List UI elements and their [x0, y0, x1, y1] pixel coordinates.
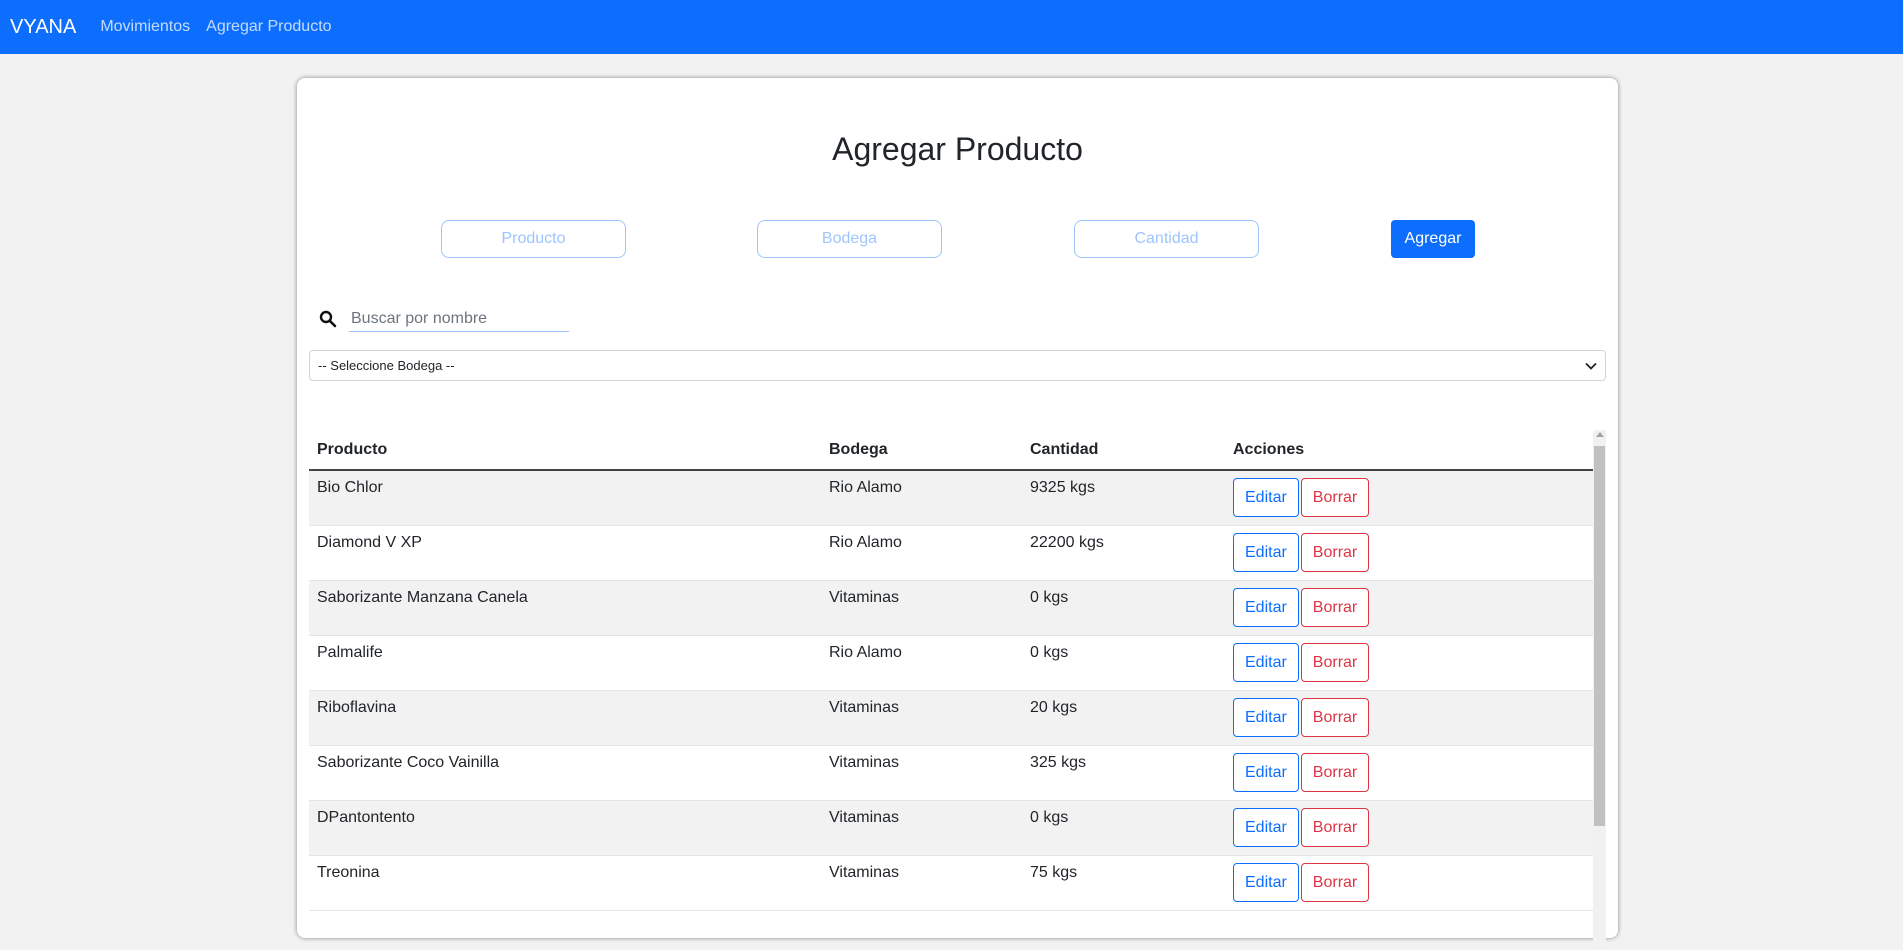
- bodega-select-value: -- Seleccione Bodega --: [318, 358, 455, 373]
- cell-producto: Bio Chlor: [309, 470, 821, 526]
- delete-button[interactable]: Borrar: [1300, 753, 1370, 792]
- edit-button[interactable]: Editar: [1233, 808, 1299, 847]
- cell-producto: Palmalife: [309, 635, 821, 691]
- delete-button[interactable]: Borrar: [1300, 643, 1370, 682]
- cell-acciones: Editar Borrar: [1225, 800, 1593, 856]
- table-row: Treonina Vitaminas 75 kgs Editar Borrar: [309, 855, 1593, 911]
- cell-bodega: Rio Alamo: [821, 470, 1022, 526]
- cell-cantidad: 20 kgs: [1022, 690, 1225, 746]
- cell-producto: Treonina: [309, 855, 821, 911]
- table-row: Saborizante Coco Vainilla Vitaminas 325 …: [309, 745, 1593, 801]
- delete-button[interactable]: Borrar: [1300, 533, 1370, 572]
- delete-button[interactable]: Borrar: [1300, 698, 1370, 737]
- header-cantidad: Cantidad: [1022, 430, 1225, 471]
- cell-producto: Riboflavina: [309, 690, 821, 746]
- cell-cantidad: 22200 kgs: [1022, 525, 1225, 581]
- edit-button[interactable]: Editar: [1233, 643, 1299, 682]
- search-icon: [319, 310, 337, 328]
- cell-acciones: Editar Borrar: [1225, 635, 1593, 691]
- table-row: Riboflavina Vitaminas 20 kgs Editar Borra…: [309, 690, 1593, 746]
- cell-acciones: Editar Borrar: [1225, 525, 1593, 581]
- bodega-input[interactable]: [757, 220, 942, 258]
- cell-cantidad: 75 kgs: [1022, 855, 1225, 911]
- edit-button[interactable]: Editar: [1233, 588, 1299, 627]
- nav-link-agregar-producto[interactable]: Agregar Producto: [206, 18, 331, 36]
- add-button[interactable]: Agregar: [1391, 220, 1475, 258]
- cell-cantidad: 9325 kgs: [1022, 470, 1225, 526]
- table-row: Saborizante Manzana Canela Vitaminas 0 k…: [309, 580, 1593, 636]
- table-row: DPantontento Vitaminas 0 kgs Editar Borra…: [309, 800, 1593, 856]
- cell-acciones: Editar Borrar: [1225, 580, 1593, 636]
- cell-cantidad: 0 kgs: [1022, 580, 1225, 636]
- header-producto: Producto: [309, 430, 821, 471]
- table-scrollbar[interactable]: [1593, 430, 1606, 950]
- cell-bodega: Rio Alamo: [821, 635, 1022, 691]
- cell-producto: DPantontento: [309, 800, 821, 856]
- delete-button[interactable]: Borrar: [1300, 588, 1370, 627]
- main-card: Agregar Producto Agregar -- Seleccione B…: [297, 78, 1618, 950]
- cell-producto: Saborizante Manzana Canela: [309, 580, 821, 636]
- cell-bodega: Vitaminas: [821, 745, 1022, 801]
- cell-producto: Saborizante Coco Vainilla: [309, 745, 821, 801]
- product-input[interactable]: [441, 220, 626, 258]
- top-navbar: VYANA Movimientos Agregar Producto: [0, 0, 1903, 54]
- cell-bodega: Vitaminas: [821, 690, 1022, 746]
- edit-button[interactable]: Editar: [1233, 863, 1299, 902]
- page-title: Agregar Producto: [832, 131, 1083, 167]
- brand-logo[interactable]: VYANA: [10, 16, 76, 39]
- cell-cantidad: 0 kgs: [1022, 800, 1225, 856]
- delete-button[interactable]: Borrar: [1300, 478, 1370, 517]
- cell-cantidad: 325 kgs: [1022, 745, 1225, 801]
- edit-button[interactable]: Editar: [1233, 698, 1299, 737]
- header-bodega: Bodega: [821, 430, 1022, 471]
- cell-acciones: Editar Borrar: [1225, 855, 1593, 911]
- delete-button[interactable]: Borrar: [1300, 863, 1370, 902]
- edit-button[interactable]: Editar: [1233, 478, 1299, 517]
- table-row: Diamond V XP Rio Alamo 22200 kgs Editar B…: [309, 525, 1593, 581]
- table-row: Palmalife Rio Alamo 0 kgs Editar Borrar: [309, 635, 1593, 691]
- bodega-select[interactable]: -- Seleccione Bodega --: [309, 350, 1606, 381]
- search-input[interactable]: [349, 306, 569, 332]
- cell-bodega: Rio Alamo: [821, 525, 1022, 581]
- cell-bodega: Vitaminas: [821, 855, 1022, 911]
- cell-acciones: Editar Borrar: [1225, 470, 1593, 526]
- cell-bodega: Vitaminas: [821, 800, 1022, 856]
- cell-acciones: Editar Borrar: [1225, 690, 1593, 746]
- table-header-row: Producto Bodega Cantidad Acciones: [309, 430, 1593, 471]
- table-row: Bio Chlor Rio Alamo 9325 kgs Editar Borra…: [309, 470, 1593, 526]
- chevron-down-icon: [1585, 362, 1597, 370]
- nav-link-movimientos[interactable]: Movimientos: [100, 18, 190, 36]
- cell-producto: Diamond V XP: [309, 525, 821, 581]
- edit-button[interactable]: Editar: [1233, 753, 1299, 792]
- header-acciones: Acciones: [1225, 430, 1593, 471]
- edit-button[interactable]: Editar: [1233, 533, 1299, 572]
- scrollbar-thumb[interactable]: [1594, 446, 1605, 826]
- products-table: Producto Bodega Cantidad Acciones Bio Ch…: [309, 430, 1593, 911]
- products-table-container: Producto Bodega Cantidad Acciones Bio Ch…: [309, 430, 1606, 950]
- cell-bodega: Vitaminas: [821, 580, 1022, 636]
- cell-cantidad: 0 kgs: [1022, 635, 1225, 691]
- scroll-up-arrow-icon[interactable]: [1596, 432, 1604, 437]
- delete-button[interactable]: Borrar: [1300, 808, 1370, 847]
- cell-acciones: Editar Borrar: [1225, 745, 1593, 801]
- quantity-input[interactable]: [1074, 220, 1259, 258]
